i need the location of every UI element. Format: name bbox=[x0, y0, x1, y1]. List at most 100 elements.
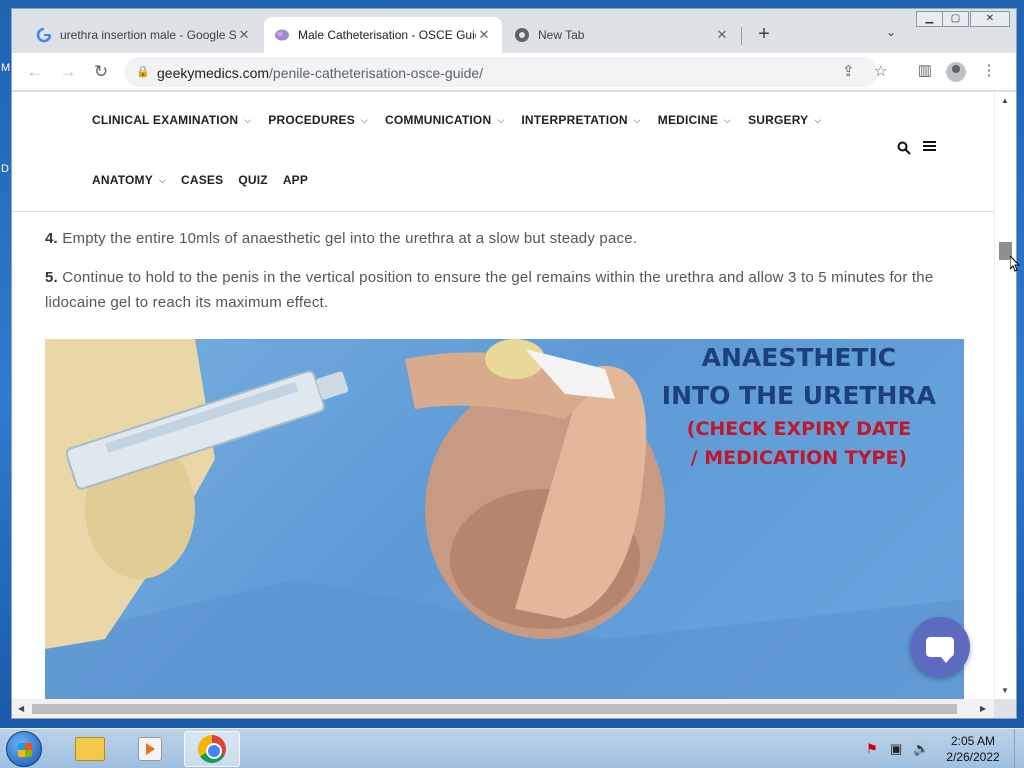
tab-male-catheterisation[interactable]: Male Catheterisation - OSCE Guid ✕ bbox=[264, 17, 502, 53]
caption-line: ANAESTHETIC bbox=[701, 343, 897, 372]
url-text[interactable]: geekymedics.com/penile-catheterisation-o… bbox=[157, 65, 483, 81]
bookmark-star-icon[interactable]: ☆ bbox=[874, 62, 887, 80]
step-number: 4. bbox=[45, 230, 58, 247]
back-arrow-icon[interactable]: ← bbox=[22, 59, 48, 85]
menu-item-interpretation[interactable]: INTERPRETATION ⌵ bbox=[521, 113, 640, 127]
menu-item-label: INTERPRETATION bbox=[521, 113, 628, 127]
close-tab-icon[interactable]: ✕ bbox=[714, 27, 730, 43]
chrome-icon bbox=[198, 735, 226, 763]
image-caption: ANAESTHETIC INTO THE URETHRA (CHECK EXPI… bbox=[662, 339, 936, 473]
step-text: Continue to hold to the penis in the ver… bbox=[45, 269, 934, 311]
chrome-icon bbox=[514, 27, 530, 43]
start-button[interactable] bbox=[6, 731, 42, 767]
tab-title: urethra insertion male - Google S bbox=[60, 28, 236, 42]
tab-google-search[interactable]: urethra insertion male - Google S ✕ bbox=[26, 17, 262, 53]
taskbar-file-explorer[interactable] bbox=[62, 731, 118, 767]
new-tab-button[interactable]: + bbox=[752, 23, 776, 46]
more-menu-icon[interactable]: ⋮ bbox=[978, 61, 1000, 79]
menu-item-label: PROCEDURES bbox=[268, 113, 355, 127]
menu-item-label: APP bbox=[282, 173, 309, 187]
tab-title: Male Catheterisation - OSCE Guid bbox=[298, 28, 476, 42]
scroll-down-arrow-icon[interactable]: ▼ bbox=[1001, 686, 1009, 695]
network-icon[interactable]: ▣ bbox=[890, 741, 902, 757]
horizontal-scroll-thumb[interactable] bbox=[32, 704, 957, 714]
step-paragraph: 4. Empty the entire 10mls of anaesthetic… bbox=[45, 226, 963, 251]
menu-item-cases[interactable]: CASES bbox=[181, 173, 223, 187]
caption-line: INTO THE URETHRA bbox=[661, 381, 936, 410]
desktop-icon-label[interactable]: M bbox=[1, 62, 10, 74]
close-tab-icon[interactable]: ✕ bbox=[236, 27, 252, 43]
system-clock[interactable]: 2:05 AM 2/26/2022 bbox=[938, 733, 1008, 765]
site-header: CLINICAL EXAMINATION ⌵ PROCEDURES ⌵ COMMUN… bbox=[12, 92, 994, 212]
chevron-down-icon: ⌵ bbox=[497, 114, 505, 125]
search-icon[interactable] bbox=[897, 141, 911, 160]
taskbar-chrome[interactable] bbox=[184, 731, 240, 767]
mouse-cursor-icon bbox=[1010, 256, 1020, 272]
step-text: Empty the entire 10mls of anaesthetic ge… bbox=[62, 230, 638, 247]
menu-item-label: CLINICAL EXAMINATION bbox=[92, 113, 239, 127]
menu-item-medicine[interactable]: MEDICINE ⌵ bbox=[658, 113, 731, 127]
browser-toolbar: ← → ↻ 🔒 geekymedics.com/penile-catheteri… bbox=[12, 53, 1016, 91]
main-menu-row-2: ANATOMY ⌵ CASES QUIZ APP bbox=[92, 173, 308, 187]
menu-item-surgery[interactable]: SURGERY ⌵ bbox=[748, 113, 821, 127]
chevron-down-icon: ⌵ bbox=[814, 114, 822, 125]
page-viewport: CLINICAL EXAMINATION ⌵ PROCEDURES ⌵ COMMUN… bbox=[12, 92, 994, 699]
side-panel-icon[interactable]: ▥ bbox=[914, 61, 936, 79]
geekymedics-icon bbox=[274, 27, 290, 43]
taskbar: ⚑ ▣ 🔊 2:05 AM 2/26/2022 bbox=[0, 728, 1024, 768]
url-path: /penile-catheterisation-osce-guide/ bbox=[269, 65, 484, 81]
chevron-down-icon: ⌵ bbox=[244, 114, 252, 125]
menu-item-label: CASES bbox=[181, 173, 224, 187]
menu-item-label: QUIZ bbox=[238, 173, 268, 187]
hamburger-menu-icon[interactable] bbox=[923, 139, 937, 158]
vertical-scrollbar[interactable]: ▲ ▼ bbox=[994, 92, 1016, 699]
main-menu-row-1: CLINICAL EXAMINATION ⌵ PROCEDURES ⌵ COMMUN… bbox=[92, 113, 821, 127]
volume-icon[interactable]: 🔊 bbox=[913, 741, 929, 757]
desktop-icon-label[interactable]: D bbox=[1, 163, 9, 175]
scroll-left-arrow-icon[interactable]: ◀ bbox=[18, 704, 24, 713]
chat-widget-button[interactable] bbox=[910, 617, 970, 677]
menu-item-app[interactable]: APP bbox=[283, 173, 308, 187]
tab-title: New Tab bbox=[538, 28, 585, 42]
action-center-flag-icon[interactable]: ⚑ bbox=[866, 741, 878, 757]
menu-item-clinical-examination[interactable]: CLINICAL EXAMINATION ⌵ bbox=[92, 113, 251, 127]
chat-bubble-icon bbox=[926, 637, 954, 663]
minimize-button[interactable]: ▁ bbox=[916, 11, 943, 27]
scroll-up-arrow-icon[interactable]: ▲ bbox=[1001, 96, 1009, 105]
clock-date: 2/26/2022 bbox=[946, 750, 1000, 764]
close-tab-icon[interactable]: ✕ bbox=[476, 27, 492, 43]
share-icon[interactable]: ⇪ bbox=[842, 62, 855, 80]
menu-item-quiz[interactable]: QUIZ bbox=[238, 173, 267, 187]
show-desktop-button[interactable] bbox=[1014, 729, 1024, 768]
tab-new-tab[interactable]: New Tab ✕ bbox=[504, 17, 740, 53]
chevron-down-icon: ⌵ bbox=[633, 114, 641, 125]
tab-search-icon[interactable]: ⌄ bbox=[886, 25, 896, 39]
chevron-down-icon: ⌵ bbox=[360, 114, 368, 125]
profile-avatar-icon[interactable] bbox=[946, 62, 966, 82]
procedure-image: ANAESTHETIC INTO THE URETHRA (CHECK EXPI… bbox=[45, 339, 964, 699]
menu-item-communication[interactable]: COMMUNICATION ⌵ bbox=[385, 113, 504, 127]
menu-item-procedures[interactable]: PROCEDURES ⌵ bbox=[268, 113, 368, 127]
url-domain: geekymedics.com bbox=[157, 65, 270, 81]
maximize-button[interactable]: ▢ bbox=[942, 11, 969, 27]
tab-strip: urethra insertion male - Google S ✕ Male… bbox=[12, 9, 1016, 53]
caption-warning-line: (CHECK EXPIRY DATE bbox=[686, 418, 912, 440]
step-number: 5. bbox=[45, 269, 58, 286]
horizontal-scrollbar[interactable]: ◀ ▶ bbox=[12, 699, 994, 718]
menu-item-label: MEDICINE bbox=[657, 113, 719, 127]
forward-arrow-icon[interactable]: → bbox=[55, 59, 81, 85]
menu-item-anatomy[interactable]: ANATOMY ⌵ bbox=[92, 173, 166, 187]
folder-icon bbox=[75, 737, 105, 761]
taskbar-media-player[interactable] bbox=[122, 731, 178, 767]
close-window-button[interactable]: ✕ bbox=[970, 11, 1010, 27]
scroll-right-arrow-icon[interactable]: ▶ bbox=[980, 704, 986, 713]
step-paragraph: 5. Continue to hold to the penis in the … bbox=[45, 265, 963, 315]
menu-item-label: SURGERY bbox=[748, 113, 809, 127]
article-body: 4. Empty the entire 10mls of anaesthetic… bbox=[45, 212, 963, 315]
lock-icon[interactable]: 🔒 bbox=[136, 65, 150, 78]
chevron-down-icon: ⌵ bbox=[724, 114, 732, 125]
browser-window: urethra insertion male - Google S ✕ Male… bbox=[11, 8, 1017, 719]
reload-icon[interactable]: ↻ bbox=[88, 59, 114, 85]
address-bar[interactable]: 🔒 geekymedics.com/penile-catheterisation… bbox=[124, 57, 887, 87]
chevron-down-icon: ⌵ bbox=[158, 174, 166, 185]
